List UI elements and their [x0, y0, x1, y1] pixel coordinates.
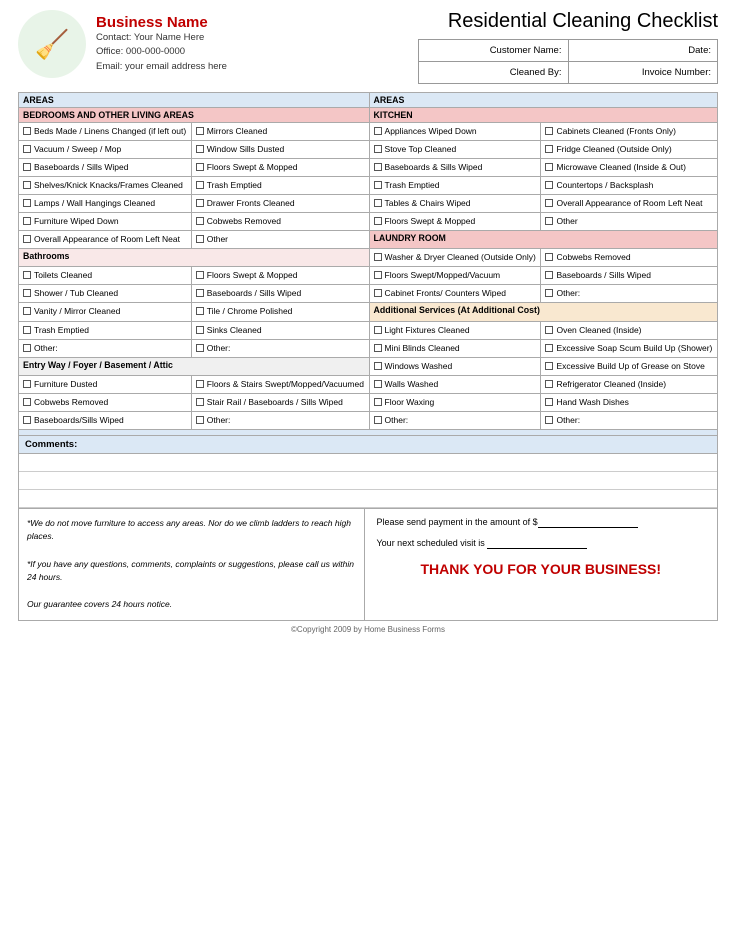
thank-you: THANK YOU FOR YOUR BUSINESS!: [377, 561, 706, 577]
laundry-item-6: Other:: [541, 285, 718, 303]
comment-line-3[interactable]: [19, 490, 717, 508]
header-right: Residential Cleaning Checklist Customer …: [418, 10, 718, 84]
comments-label: Comments:: [18, 436, 718, 454]
bath-item-10: Other:: [191, 339, 369, 357]
kitchen-item-7: Cabinets Cleaned (Fronts Only): [541, 123, 718, 141]
bedroom-item-4: Shelves/Knick Knacks/Frames Cleaned: [19, 177, 192, 195]
entry-item-3: Baseboards/Sills Wiped: [19, 411, 192, 429]
footer-note-3: Our guarantee covers 24 hours notice.: [27, 598, 356, 612]
bedroom-item-6: Furniture Wiped Down: [19, 213, 192, 231]
footer-right: Please send payment in the amount of $ Y…: [365, 509, 718, 620]
bedrooms-header: BEDROOMS AND OTHER LIVING AREAS: [19, 108, 370, 123]
bedroom-item-1: Beds Made / Linens Changed (if left out): [19, 123, 192, 141]
additional-item-6: Other:: [369, 411, 541, 429]
comments-lines: [18, 454, 718, 509]
additional-item-10: Refrigerator Cleaned (Inside): [541, 375, 718, 393]
additional-header: Additional Services (At Additional Cost): [369, 303, 717, 321]
scheduled-line: Your next scheduled visit is: [377, 538, 706, 549]
checklist-table: AREAS AREAS BEDROOMS AND OTHER LIVING AR…: [18, 92, 718, 436]
kitchen-header: KITCHEN: [369, 108, 717, 123]
footer-left: *We do not move furniture to access any …: [19, 509, 365, 620]
bath-item-8: Tile / Chrome Polished: [191, 303, 369, 321]
kitchen-item-4: Trash Emptied: [369, 177, 541, 195]
customer-info-table: Customer Name: Date: Cleaned By: Invoice…: [418, 39, 718, 84]
laundry-item-5: Baseboards / Sills Wiped: [541, 267, 718, 285]
footer: *We do not move furniture to access any …: [18, 509, 718, 621]
cleaned-by-label: Cleaned By:: [419, 62, 569, 84]
footer-note-1: *We do not move furniture to access any …: [27, 517, 356, 544]
entry-item-1: Furniture Dusted: [19, 375, 192, 393]
kitchen-item-11: Overall Appearance of Room Left Neat: [541, 195, 718, 213]
bedroom-item-11: Trash Emptied: [191, 177, 369, 195]
customer-name-label: Customer Name:: [419, 40, 569, 62]
kitchen-item-6: Floors Swept & Mopped: [369, 213, 541, 231]
bath-item-5: Other:: [19, 339, 192, 357]
business-info: Business Name Contact: Your Name Here Of…: [96, 14, 227, 74]
bedroom-item-2: Vacuum / Sweep / Mop: [19, 141, 192, 159]
additional-item-5: Floor Waxing: [369, 393, 541, 411]
bedroom-item-14: Other: [191, 231, 369, 249]
laundry-item-1: Washer & Dryer Cleaned (Outside Only): [369, 249, 541, 267]
areas-header-right: AREAS: [369, 93, 717, 108]
invoice-label: Invoice Number:: [568, 62, 718, 84]
bath-item-4: Trash Emptied: [19, 321, 192, 339]
comment-line-1[interactable]: [19, 454, 717, 472]
bedroom-item-5: Lamps / Wall Hangings Cleaned: [19, 195, 192, 213]
copyright: ©Copyright 2009 by Home Business Forms: [18, 625, 718, 634]
additional-item-9: Excessive Build Up of Grease on Stove: [541, 357, 718, 375]
additional-item-12: Other:: [541, 411, 718, 429]
kitchen-item-9: Microwave Cleaned (Inside & Out): [541, 159, 718, 177]
page-title: Residential Cleaning Checklist: [418, 10, 718, 33]
date-label: Date:: [568, 40, 718, 62]
kitchen-item-3: Baseboards & Sills Wiped: [369, 159, 541, 177]
laundry-item-2: Floors Swept/Mopped/Vacuum: [369, 267, 541, 285]
additional-item-11: Hand Wash Dishes: [541, 393, 718, 411]
areas-header-left: AREAS: [19, 93, 370, 108]
additional-item-8: Excessive Soap Scum Build Up (Shower): [541, 339, 718, 357]
bath-item-9: Sinks Cleaned: [191, 321, 369, 339]
bath-item-2: Shower / Tub Cleaned: [19, 285, 192, 303]
additional-item-1: Light Fixtures Cleaned: [369, 321, 541, 339]
bath-item-3: Vanity / Mirror Cleaned: [19, 303, 192, 321]
bedroom-item-12: Drawer Fronts Cleaned: [191, 195, 369, 213]
entry-item-5: Stair Rail / Baseboards / Sills Wiped: [191, 393, 369, 411]
laundry-item-4: Cobwebs Removed: [541, 249, 718, 267]
business-logo: 🧹: [18, 10, 86, 78]
laundry-item-3: Cabinet Fronts/ Counters Wiped: [369, 285, 541, 303]
additional-item-2: Mini Blinds Cleaned: [369, 339, 541, 357]
business-name: Business Name: [96, 14, 227, 31]
entry-header: Entry Way / Foyer / Basement / Attic: [19, 357, 370, 375]
kitchen-item-8: Fridge Cleaned (Outside Only): [541, 141, 718, 159]
bath-item-1: Toilets Cleaned: [19, 267, 192, 285]
payment-line: Please send payment in the amount of $: [377, 517, 706, 528]
additional-item-4: Walls Washed: [369, 375, 541, 393]
kitchen-item-10: Countertops / Backsplash: [541, 177, 718, 195]
bedroom-item-9: Window Sills Dusted: [191, 141, 369, 159]
entry-item-4: Floors & Stairs Swept/Mopped/Vacuumed: [191, 375, 369, 393]
additional-item-7: Oven Cleaned (Inside): [541, 321, 718, 339]
bedroom-item-7: Overall Appearance of Room Left Neat: [19, 231, 192, 249]
laundry-header: LAUNDRY ROOM: [369, 231, 717, 249]
bedroom-item-3: Baseboards / Sills Wiped: [19, 159, 192, 177]
bedroom-item-8: Mirrors Cleaned: [191, 123, 369, 141]
bathrooms-header: Bathrooms: [19, 249, 370, 267]
bedroom-item-13: Cobwebs Removed: [191, 213, 369, 231]
kitchen-item-5: Tables & Chairs Wiped: [369, 195, 541, 213]
kitchen-item-1: Appliances Wiped Down: [369, 123, 541, 141]
bath-item-7: Baseboards / Sills Wiped: [191, 285, 369, 303]
entry-item-2: Cobwebs Removed: [19, 393, 192, 411]
entry-item-6: Other:: [191, 411, 369, 429]
comment-line-2[interactable]: [19, 472, 717, 490]
kitchen-item-12: Other: [541, 213, 718, 231]
additional-item-3: Windows Washed: [369, 357, 541, 375]
footer-note-2: *If you have any questions, comments, co…: [27, 558, 356, 585]
bath-item-6: Floors Swept & Mopped: [191, 267, 369, 285]
kitchen-item-2: Stove Top Cleaned: [369, 141, 541, 159]
bedroom-item-10: Floors Swept & Mopped: [191, 159, 369, 177]
